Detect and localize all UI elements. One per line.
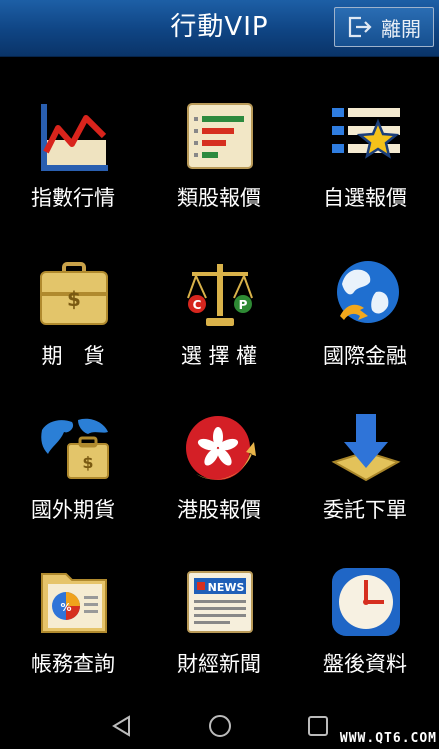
world-briefcase-icon: $	[38, 412, 110, 484]
menu-label: 帳務查詢	[31, 652, 115, 676]
menu-label: 盤後資料	[323, 652, 407, 676]
line-chart-icon	[38, 100, 110, 172]
menu-label: 港股報價	[177, 498, 261, 522]
svg-text:$: $	[82, 453, 93, 472]
menu-item-hk-stock-quotes[interactable]: 港股報價	[146, 412, 292, 542]
news-word: NEWS	[208, 581, 245, 594]
menu-label: 國際金融	[323, 344, 407, 368]
menu-item-sector-quotes[interactable]: 類股報價	[146, 100, 292, 230]
menu-item-international-finance[interactable]: 國際金融	[292, 258, 438, 388]
briefcase-dollar-icon: $	[38, 258, 110, 330]
svg-text:$: $	[67, 287, 81, 311]
menu-label: 財經新聞	[177, 652, 261, 676]
home-icon[interactable]	[208, 714, 232, 738]
back-icon[interactable]	[110, 714, 134, 738]
menu-label: 自選報價	[323, 186, 407, 210]
clock-icon	[330, 566, 402, 638]
bar-report-icon	[184, 100, 256, 172]
menu-item-index-quotes[interactable]: 指數行情	[0, 100, 146, 230]
pie-folder-icon: %	[38, 566, 110, 638]
menu-item-watchlist-quotes[interactable]: 自選報價	[292, 100, 438, 230]
balance-scale-icon: C P	[184, 258, 256, 330]
news-icon: NEWS	[184, 566, 256, 638]
exit-label: 離開	[381, 16, 421, 41]
put-letter: P	[239, 298, 248, 312]
star-list-icon	[330, 100, 402, 172]
menu-item-options[interactable]: C P 選 擇 權	[146, 258, 292, 388]
menu-label: 選 擇 權	[180, 344, 258, 368]
recents-icon[interactable]	[306, 714, 330, 738]
menu-item-financial-news[interactable]: NEWS 財經新聞	[146, 566, 292, 696]
menu-item-futures[interactable]: $ 期 貨	[0, 258, 146, 388]
menu-item-overseas-futures[interactable]: $ 國外期貨	[0, 412, 146, 542]
menu-label: 期 貨	[41, 344, 105, 368]
exit-icon	[347, 15, 373, 39]
menu-label: 類股報價	[177, 186, 261, 210]
exit-button[interactable]: 離開	[334, 7, 434, 47]
hong-kong-flag-icon	[184, 412, 256, 484]
watermark: WWW.QT6.COM	[339, 731, 437, 746]
menu-label: 指數行情	[31, 186, 115, 210]
call-letter: C	[193, 298, 202, 312]
menu-label: 國外期貨	[31, 498, 115, 522]
menu-item-place-order[interactable]: 委託下單	[292, 412, 438, 542]
menu-label: 委託下單	[323, 498, 407, 522]
globe-icon	[330, 258, 402, 330]
menu-item-account-inquiry[interactable]: % 帳務查詢	[0, 566, 146, 696]
svg-text:%: %	[60, 601, 71, 614]
download-arrow-icon	[330, 412, 402, 484]
menu-item-after-hours-data[interactable]: 盤後資料	[292, 566, 438, 696]
app-header: 行動VIP 離開	[0, 0, 439, 57]
